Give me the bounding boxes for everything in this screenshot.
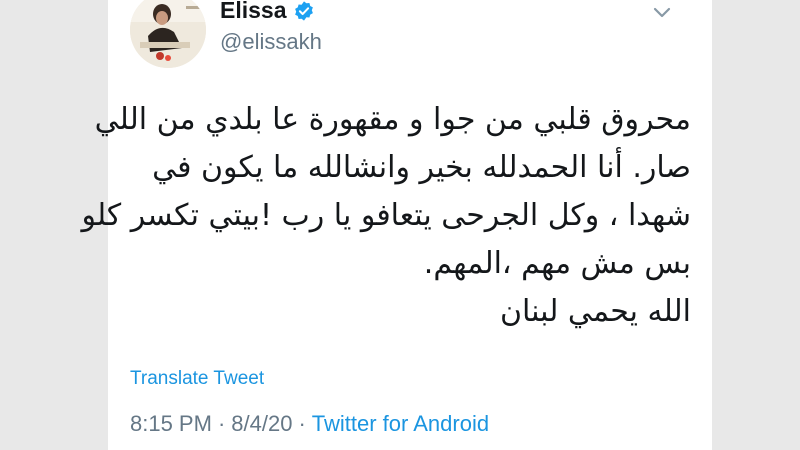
avatar[interactable] (130, 0, 206, 68)
verified-badge-icon (293, 0, 315, 22)
tweet-meta: 8:15 PM · 8/4/20 · Twitter for Android (130, 411, 489, 437)
meta-separator: · (217, 411, 226, 436)
tweet-card: Elissa @elissakh محروق قلبي من جوا و مقه… (81, 0, 712, 450)
avatar-image (130, 0, 206, 68)
tweet-text: محروق قلبي من جوا و مقهورة عا بلدي من ال… (81, 96, 692, 336)
tweet-text-line: بس مش مهم ،المهم. (423, 246, 691, 281)
tweet-date[interactable]: 8/4/20 (231, 411, 292, 436)
tweet-time[interactable]: 8:15 PM (130, 411, 212, 436)
tweet-text-line: محروق قلبي من جوا و مقهورة عا بلدي من ال… (94, 102, 691, 137)
meta-separator: · (298, 411, 306, 436)
author-name-row[interactable]: Elissa (220, 0, 315, 24)
author-handle[interactable]: @elissakh (220, 29, 322, 55)
tweet-text-line: شهدا ، وكل الجرحى يتعافو يا رب !بيتي تكس… (81, 198, 692, 233)
chevron-down-icon[interactable] (652, 6, 672, 20)
tweet-text-line: صار. أنا الحمدلله بخير وانشالله ما يكون … (152, 150, 691, 185)
tweet-source-link[interactable]: Twitter for Android (312, 411, 489, 436)
author-display-name[interactable]: Elissa (220, 0, 287, 24)
translate-tweet-link[interactable]: Translate Tweet (130, 368, 264, 390)
tweet-text-line: الله يحمي لبنان (499, 294, 691, 329)
